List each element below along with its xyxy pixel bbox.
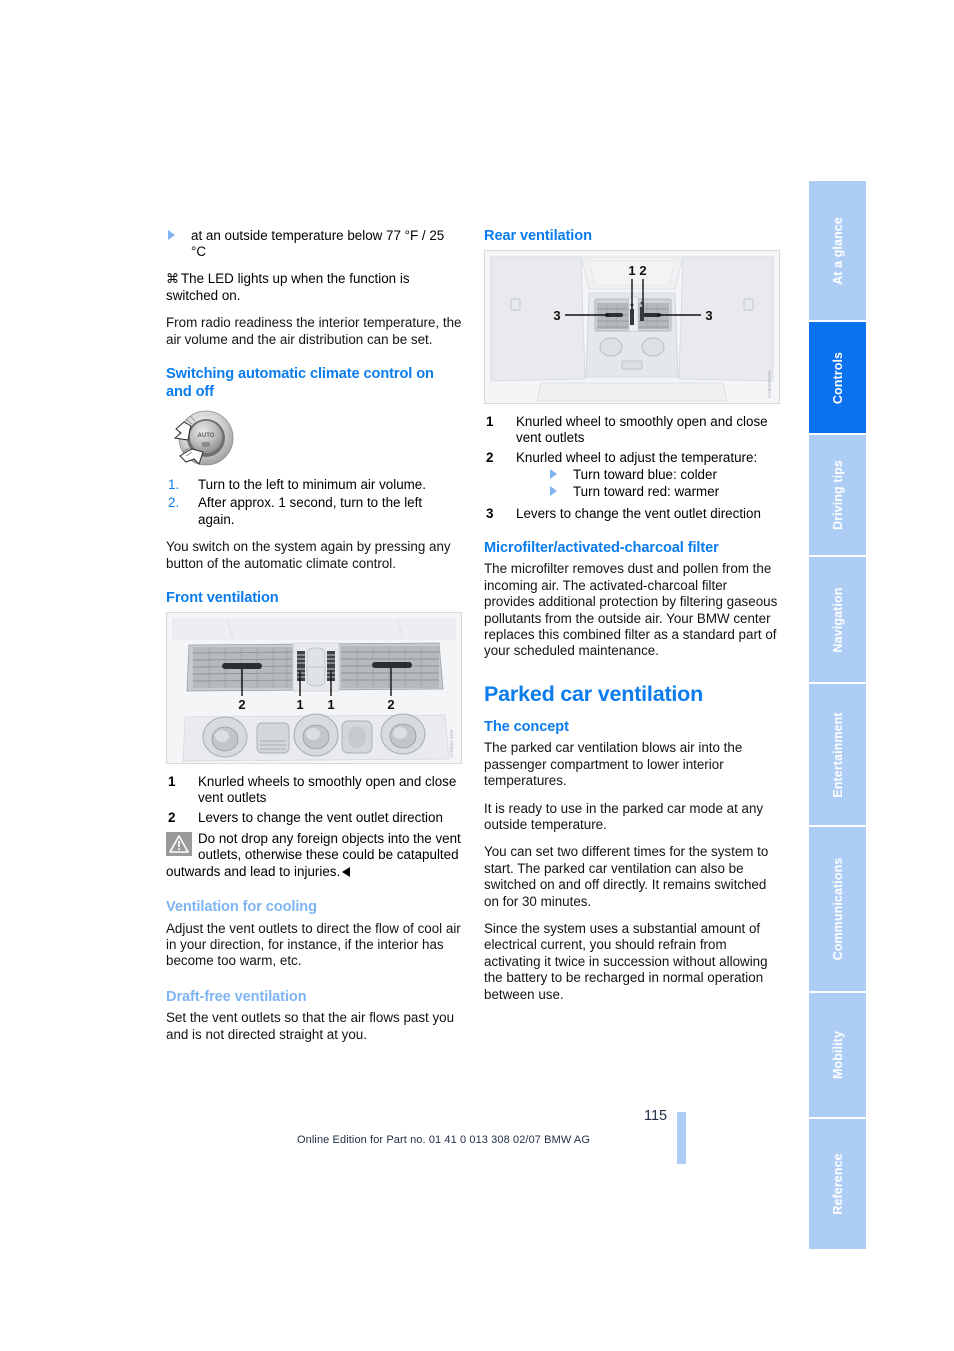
legend-key: 3 — [486, 505, 494, 521]
sidebar-tab-communications[interactable]: Communications — [809, 827, 866, 991]
heading-ventilation-for-cooling: Ventilation for cooling — [166, 899, 317, 915]
svg-text:3: 3 — [553, 308, 560, 323]
heading-rear-ventilation: Rear ventilation — [484, 228, 592, 244]
figure-watermark: BNF-0000AY — [449, 730, 454, 759]
legend-item: 1 Knurled wheel to smoothly open and clo… — [484, 414, 780, 447]
right-text-column: Rear ventilation 1 2 3 3 00000000AA 1 Kn… — [484, 228, 780, 1014]
climate-control-knob-illustration: AUTO — [166, 407, 240, 469]
sidebar-tab-entertainment[interactable]: Entertainment — [809, 684, 866, 825]
continued-bullet-list: at an outside temperature below 77 °F / … — [166, 228, 462, 261]
bullet-text: Turn toward red: warmer — [573, 484, 720, 500]
led-note-text: The LED lights up when the function is s… — [166, 270, 410, 303]
list-item: 2. After approx. 1 second, turn to the l… — [166, 495, 462, 528]
sidebar-tab-mobility[interactable]: Mobility — [809, 993, 866, 1117]
legend-text: Levers to change the vent outlet directi… — [198, 810, 443, 826]
concept-paragraph-2: It is ready to use in the parked car mod… — [484, 800, 764, 832]
step-number: 2. — [168, 495, 180, 511]
step-number: 1. — [168, 477, 180, 493]
manual-page: At a glance Controls Driving tips Naviga… — [0, 0, 954, 1351]
heading-parked-car-ventilation: Parked car ventilation — [484, 681, 704, 706]
list-item: 1. Turn to the left to minimum air volum… — [166, 477, 462, 493]
svg-text:AUTO: AUTO — [198, 433, 215, 439]
sidebar-tab-label: Communications — [830, 857, 845, 961]
svg-text:2: 2 — [387, 697, 394, 712]
step-text: After approx. 1 second, turn to the left… — [198, 495, 423, 527]
bullet-text: at an outside temperature below 77 °F / … — [191, 228, 445, 260]
rear-vent-graphic: 1 2 3 3 — [485, 250, 779, 403]
step-text: Turn to the left to minimum air volume. — [198, 477, 426, 493]
legend-key: 2 — [486, 450, 494, 466]
concept-paragraph-1: The parked car ventilation blows air int… — [484, 740, 743, 789]
temperature-direction-list: Turn toward blue: colder Turn toward red… — [548, 467, 780, 501]
sidebar-tab-driving-tips[interactable]: Driving tips — [809, 435, 866, 555]
heading-switching-automatic-climate-control: Switching automatic climate control on a… — [166, 366, 434, 400]
triangle-bullet-icon — [550, 486, 557, 497]
section-tab-rail: At a glance Controls Driving tips Naviga… — [809, 181, 866, 1249]
sidebar-tab-label: Driving tips — [830, 460, 845, 530]
page-number: 115 — [644, 1108, 668, 1124]
led-symbol-icon: ⌘ — [166, 271, 179, 287]
figure-watermark: 00000000AA — [767, 370, 772, 399]
legend-key: 2 — [168, 810, 176, 826]
switch-on-again-paragraph: You switch on the system again by pressi… — [166, 539, 451, 571]
sidebar-tab-navigation[interactable]: Navigation — [809, 557, 866, 682]
list-item: Turn toward blue: colder — [548, 467, 780, 483]
sidebar-tab-label: Mobility — [830, 1030, 845, 1080]
front-ventilation-illustration: 2 1 1 2 BNF-0000AY — [166, 611, 462, 764]
heading-the-concept: The concept — [484, 718, 569, 735]
legend-item: 2 Levers to change the vent outlet direc… — [166, 810, 462, 826]
heading-microfilter-activated-charcoal-filter: Microfilter/activated-charcoal filter — [484, 539, 719, 556]
heading-front-ventilation: Front ventilation — [166, 590, 279, 607]
svg-text:1: 1 — [327, 697, 334, 712]
switch-off-procedure-list: 1. Turn to the left to minimum air volum… — [166, 477, 462, 528]
legend-text: Knurled wheel to smoothly open and close… — [516, 413, 768, 445]
footer-publication-note: Online Edition for Part no. 01 41 0 013 … — [297, 1134, 590, 1146]
sidebar-tab-at-a-glance[interactable]: At a glance — [809, 181, 866, 320]
triangle-bullet-icon — [168, 230, 175, 240]
sidebar-tab-label: Controls — [830, 351, 845, 404]
legend-text: Knurled wheels to smoothly open and clos… — [198, 773, 457, 805]
triangle-bullet-icon — [550, 468, 557, 479]
sidebar-tab-controls[interactable]: Controls — [809, 322, 866, 433]
warning-note: Do not drop any foreign objects into the… — [166, 831, 462, 880]
rear-ventilation-illustration: 1 2 3 3 00000000AA — [484, 249, 780, 404]
sidebar-tab-label: Navigation — [830, 587, 845, 652]
left-text-column: at an outside temperature below 77 °F / … — [166, 228, 462, 1054]
svg-text:3: 3 — [705, 308, 712, 323]
svg-text:1: 1 — [628, 263, 635, 278]
front-ventilation-legend: 1 Knurled wheels to smoothly open and cl… — [166, 774, 462, 827]
warning-triangle-icon — [166, 831, 192, 856]
legend-text: Levers to change the vent outlet directi… — [516, 505, 761, 521]
rear-ventilation-legend: 1 Knurled wheel to smoothly open and clo… — [484, 414, 780, 522]
warning-end-marker-icon — [342, 866, 351, 877]
page-edge-marker — [677, 1112, 686, 1164]
microfilter-paragraph: The microfilter removes dust and pollen … — [484, 561, 778, 659]
led-note: ⌘ The LED lights up when the function is … — [166, 271, 462, 304]
sidebar-tab-reference[interactable]: Reference — [809, 1119, 866, 1249]
front-vent-graphic: 2 1 1 2 — [167, 612, 461, 763]
radio-readiness-paragraph: From radio readiness the interior temper… — [166, 315, 462, 347]
legend-item: 3 Levers to change the vent outlet direc… — [484, 506, 780, 522]
warning-text: Do not drop any foreign objects into the… — [166, 830, 461, 879]
sidebar-tab-label: At a glance — [830, 216, 845, 285]
sidebar-tab-label: Entertainment — [830, 711, 845, 798]
legend-item: 2 Knurled wheel to adjust the temperatur… — [484, 450, 780, 500]
legend-key: 1 — [486, 413, 494, 429]
knob-graphic: AUTO — [173, 410, 234, 466]
concept-paragraph-3: You can set two different times for the … — [484, 844, 769, 909]
svg-text:1: 1 — [296, 697, 303, 712]
bullet-text: Turn toward blue: colder — [573, 466, 717, 482]
ventilation-for-cooling-paragraph: Adjust the vent outlets to direct the fl… — [166, 920, 461, 969]
concept-paragraph-4: Since the system uses a substantial amou… — [484, 921, 768, 1002]
legend-key: 1 — [168, 773, 176, 789]
svg-text:2: 2 — [639, 263, 646, 278]
legend-text: Knurled wheel to adjust the temperature: — [516, 450, 758, 466]
list-item: at an outside temperature below 77 °F / … — [166, 228, 462, 261]
svg-text:2: 2 — [238, 697, 245, 712]
list-item: Turn toward red: warmer — [548, 484, 780, 500]
heading-draft-free-ventilation: Draft-free ventilation — [166, 988, 307, 1005]
sidebar-tab-label: Reference — [830, 1153, 845, 1215]
draft-free-ventilation-paragraph: Set the vent outlets so that the air flo… — [166, 1010, 455, 1042]
legend-item: 1 Knurled wheels to smoothly open and cl… — [166, 774, 462, 807]
